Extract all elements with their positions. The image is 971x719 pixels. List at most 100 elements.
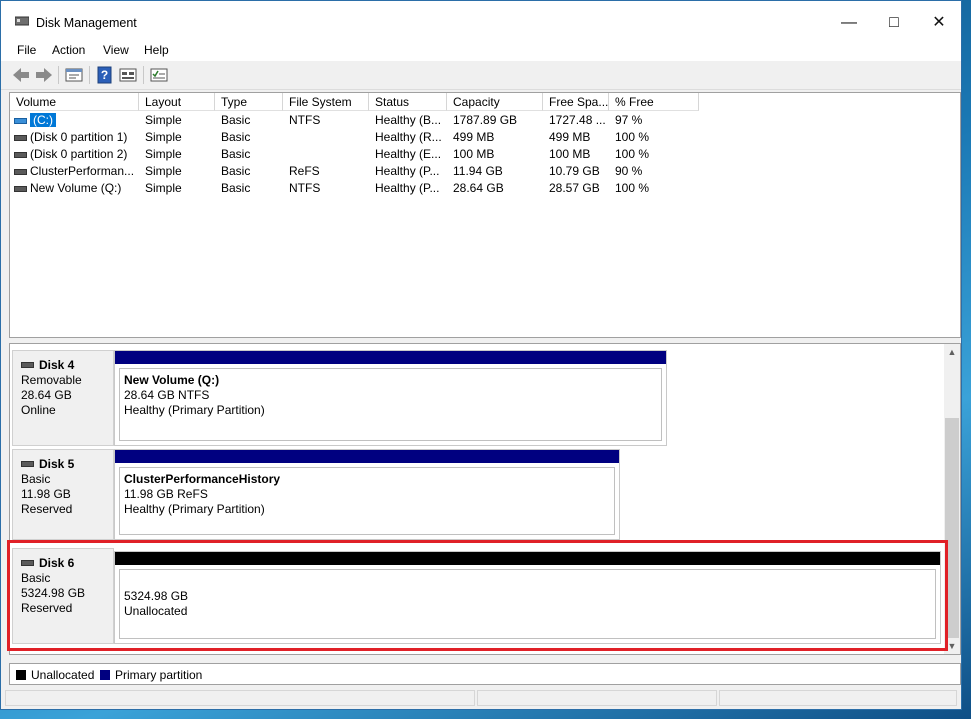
disk-kind: Removable <box>21 373 82 387</box>
table-row[interactable]: (Disk 0 partition 1) Simple Basic Health… <box>10 129 960 146</box>
column-header-percent-free[interactable]: % Free <box>609 93 699 111</box>
volume-name: (C:) <box>30 113 56 127</box>
column-header-layout[interactable]: Layout <box>139 93 215 111</box>
partition-cluster-performance-history[interactable]: ClusterPerformanceHistory 11.98 GB ReFS … <box>114 449 620 540</box>
unallocated-bar <box>115 552 940 565</box>
cell-capacity: 100 MB <box>453 147 495 161</box>
cell-file-system: NTFS <box>289 113 321 127</box>
volume-icon <box>14 186 27 192</box>
arrow-right-icon[interactable] <box>34 66 54 84</box>
column-header-free-space[interactable]: Free Spa... <box>543 93 609 111</box>
disk-icon <box>21 560 34 566</box>
partition-details: New Volume (Q:) 28.64 GB NTFS Healthy (P… <box>119 368 662 441</box>
column-header-status[interactable]: Status <box>369 93 447 111</box>
partition-unallocated[interactable]: 5324.98 GB Unallocated <box>114 551 941 644</box>
volume-name: (Disk 0 partition 1) <box>30 130 128 144</box>
menu-file[interactable]: File <box>17 43 36 57</box>
cell-layout: Simple <box>145 130 182 144</box>
system-volume-icon <box>14 118 27 124</box>
cell-type: Basic <box>221 147 251 161</box>
legend-primary-partition: Primary partition <box>115 668 203 682</box>
partition-size-fs: 11.98 GB ReFS <box>124 487 208 501</box>
disk-icon <box>21 362 34 368</box>
column-header-capacity[interactable]: Capacity <box>447 93 543 111</box>
view-icon[interactable] <box>118 66 138 84</box>
volume-name: New Volume (Q:) <box>30 181 122 195</box>
cell-capacity: 499 MB <box>453 130 495 144</box>
partition-new-volume-q[interactable]: New Volume (Q:) 28.64 GB NTFS Healthy (P… <box>114 350 667 446</box>
menu-view[interactable]: View <box>103 43 129 57</box>
cell-free-space: 499 MB <box>549 130 591 144</box>
cell-layout: Simple <box>145 164 182 178</box>
disk-6-info[interactable]: Disk 6 Basic 5324.98 GB Reserved <box>12 548 114 644</box>
close-button[interactable]: ✕ <box>919 10 959 36</box>
cell-free-space: 10.79 GB <box>549 164 600 178</box>
partition-details: ClusterPerformanceHistory 11.98 GB ReFS … <box>119 467 615 535</box>
volume-name: (Disk 0 partition 2) <box>30 147 128 161</box>
scroll-down-icon[interactable]: ▼ <box>944 638 960 654</box>
menu-bar: File Action View Help <box>1 39 961 61</box>
cell-capacity: 1787.89 GB <box>453 113 518 127</box>
cell-capacity: 28.64 GB <box>453 181 504 195</box>
volume-icon <box>14 152 27 158</box>
scrollbar-thumb[interactable] <box>945 418 959 638</box>
partition-details: 5324.98 GB Unallocated <box>119 569 936 639</box>
status-segment <box>477 690 717 706</box>
minimize-button[interactable]: — <box>829 10 869 36</box>
table-row[interactable]: New Volume (Q:) Simple Basic NTFS Health… <box>10 180 960 197</box>
partition-title: ClusterPerformanceHistory <box>124 472 281 486</box>
table-row[interactable]: ClusterPerforman... Simple Basic ReFS He… <box>10 163 960 180</box>
properties-icon[interactable] <box>64 66 84 84</box>
cell-type: Basic <box>221 130 251 144</box>
table-row[interactable]: (Disk 0 partition 2) Simple Basic Health… <box>10 146 960 163</box>
maximize-button[interactable]: □ <box>874 10 914 36</box>
cell-status: Healthy (B... <box>375 113 442 127</box>
cell-status: Healthy (E... <box>375 147 442 161</box>
disk-graphical-view: Disk 4 Removable 28.64 GB Online New Vol… <box>9 343 961 655</box>
arrow-left-icon[interactable] <box>11 66 31 84</box>
cell-type: Basic <box>221 181 251 195</box>
primary-partition-bar <box>115 351 666 364</box>
cell-layout: Simple <box>145 181 182 195</box>
partition-size: 5324.98 GB <box>124 589 189 603</box>
volume-icon <box>14 169 27 175</box>
cell-free-space: 28.57 GB <box>549 181 600 195</box>
disk-kind: Basic <box>21 571 51 585</box>
title-bar: Disk Management — □ ✕ <box>1 1 961 39</box>
menu-action[interactable]: Action <box>52 43 85 57</box>
help-icon[interactable]: ? <box>95 66 115 84</box>
column-header-volume[interactable]: Volume <box>10 93 139 111</box>
cell-percent-free: 100 % <box>615 147 650 161</box>
disk-name: Disk 5 <box>39 457 75 471</box>
cell-capacity: 11.94 GB <box>453 164 503 178</box>
disk-5-info[interactable]: Disk 5 Basic 11.98 GB Reserved <box>12 449 114 540</box>
cell-free-space: 1727.48 ... <box>549 113 606 127</box>
checklist-icon[interactable] <box>149 66 169 84</box>
scroll-up-icon[interactable]: ▲ <box>944 344 960 360</box>
volume-list[interactable]: Volume Layout Type File System Status Ca… <box>9 92 961 338</box>
disk-state: Reserved <box>21 502 73 516</box>
disk-state: Online <box>21 403 56 417</box>
cell-status: Healthy (R... <box>375 130 442 144</box>
cell-file-system: NTFS <box>289 181 321 195</box>
cell-layout: Simple <box>145 147 182 161</box>
table-row[interactable]: (C:) Simple Basic NTFS Healthy (B... 178… <box>10 112 960 129</box>
cell-file-system: ReFS <box>289 164 320 178</box>
disk-name: Disk 6 <box>39 556 75 570</box>
disk-management-icon <box>15 16 29 26</box>
cell-percent-free: 97 % <box>615 113 643 127</box>
cell-type: Basic <box>221 113 251 127</box>
disk-kind: Basic <box>21 472 51 486</box>
column-header-type[interactable]: Type <box>215 93 283 111</box>
partition-status: Healthy (Primary Partition) <box>124 502 265 516</box>
svg-text:?: ? <box>101 68 108 82</box>
volume-name: ClusterPerforman... <box>30 164 135 178</box>
partition-size-fs: 28.64 GB NTFS <box>124 388 210 402</box>
partition-title: New Volume (Q:) <box>124 373 220 387</box>
cell-free-space: 100 MB <box>549 147 591 161</box>
cell-percent-free: 100 % <box>615 181 650 195</box>
menu-help[interactable]: Help <box>144 43 169 57</box>
disk-4-info[interactable]: Disk 4 Removable 28.64 GB Online <box>12 350 114 446</box>
column-header-file-system[interactable]: File System <box>283 93 369 111</box>
vertical-scrollbar[interactable]: ▲ ▼ <box>944 344 960 654</box>
